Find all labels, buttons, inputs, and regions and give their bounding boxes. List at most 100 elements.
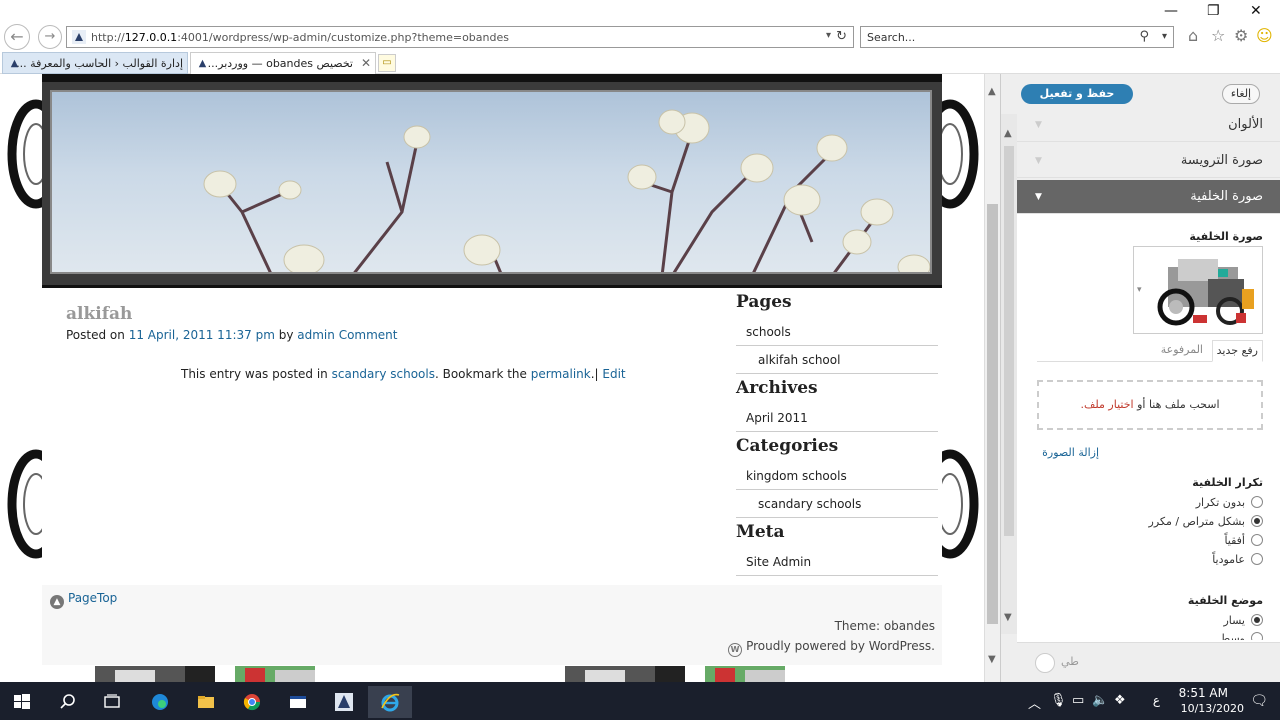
wamp-taskbar-button[interactable]	[322, 686, 366, 718]
search-icon[interactable]: ⚲	[1139, 29, 1149, 44]
scroll-up-icon[interactable]: ▲	[988, 86, 996, 97]
preview-scrollbar[interactable]: ▲ ▼	[984, 74, 1000, 682]
widget-title-pages: Pages	[736, 292, 792, 312]
sidebar-link-scandary-schools[interactable]: scandary schools	[736, 490, 938, 518]
dropbox-icon[interactable]: ❖	[1114, 693, 1126, 708]
save-publish-button[interactable]: حفظ و تفعيل	[1021, 84, 1133, 104]
radio-button-selected[interactable]	[1251, 614, 1263, 626]
minimize-button[interactable]: —	[1164, 3, 1178, 19]
panel-scrollbar[interactable]: ▲ ▼	[1001, 114, 1017, 634]
home-icon[interactable]: ⌂	[1188, 26, 1198, 45]
scrollbar-thumb[interactable]	[1004, 146, 1014, 536]
new-tab-button[interactable]: ▭	[378, 54, 396, 72]
section-header-image[interactable]: صورة الترويسة ▼	[1017, 144, 1280, 178]
volume-icon[interactable]: 🔈	[1092, 693, 1108, 708]
scroll-down-icon[interactable]: ▼	[1004, 612, 1012, 623]
sidebar-link-schools[interactable]: schools	[736, 318, 938, 346]
powered-by-link[interactable]: W Proudly powered by WordPress.	[728, 639, 935, 657]
system-tray: ︿ 🎙 ▭ 🔈 ❖ ع 8:51 AM 10/13/2020 🗨	[1020, 682, 1280, 720]
show-hidden-icons-chevron-icon[interactable]: ︿	[1028, 693, 1041, 712]
file-dropzone[interactable]: اسحب ملف هنا أو اختيار ملف.	[1037, 380, 1263, 430]
sidebar-link-april-2011[interactable]: April 2011	[736, 404, 938, 432]
search-box[interactable]: Search... ⚲ ▾	[860, 26, 1174, 48]
repeat-option-vertical[interactable]: عامودياً	[1212, 551, 1263, 569]
widget-title-categories: Categories	[736, 436, 839, 456]
maximize-button[interactable]: ❐	[1207, 3, 1220, 19]
notifications-icon[interactable]: 🗨	[1250, 693, 1268, 709]
chrome-taskbar-button[interactable]	[230, 686, 274, 718]
repeat-option-tile[interactable]: بشكل متراص / مكرر	[1149, 513, 1263, 531]
tab-customize[interactable]: تخصيص obandes — ووردبر... ✕	[190, 52, 376, 74]
sidebar-link-site-admin[interactable]: Site Admin	[736, 548, 938, 576]
radio-button-selected[interactable]	[1251, 515, 1263, 527]
windows-logo-icon	[14, 694, 30, 709]
sidebar-link-kingdom-schools[interactable]: kingdom schools	[736, 462, 938, 490]
input-language-indicator[interactable]: ع	[1153, 693, 1160, 707]
microphone-icon[interactable]: 🎙	[1050, 693, 1067, 708]
wordpress-logo-icon: W	[728, 643, 743, 657]
favorites-star-icon[interactable]: ☆	[1211, 26, 1225, 45]
forward-button[interactable]: →	[38, 25, 62, 49]
address-bar[interactable]: http://127.0.0.1:4001/wordpress/wp-admin…	[66, 26, 854, 48]
task-view-icon	[104, 694, 120, 708]
page-container: alkifah Posted on 11 April, 2011 11:37 p…	[42, 74, 942, 665]
sidebar-link-alkifah-school[interactable]: alkifah school	[736, 346, 938, 374]
position-option-left[interactable]: يسار	[1223, 612, 1263, 630]
permalink-link[interactable]: permalink	[531, 367, 591, 381]
cancel-button[interactable]: إلغاء	[1222, 84, 1260, 104]
task-view-button[interactable]	[90, 686, 134, 718]
chevron-down-icon[interactable]: ▾	[1137, 285, 1142, 295]
radio-button[interactable]	[1251, 534, 1263, 546]
choose-file-link[interactable]: اختيار ملف.	[1081, 398, 1134, 411]
bg-image-thumbnail[interactable]: ▾	[1133, 246, 1263, 334]
collapse-label: طي	[1061, 655, 1079, 668]
section-colors[interactable]: الألوان ▼	[1017, 108, 1280, 142]
settings-gear-icon[interactable]: ⚙	[1234, 26, 1248, 45]
file-explorer-taskbar-button[interactable]	[184, 686, 228, 718]
tab-close-icon[interactable]: ✕	[361, 56, 371, 70]
edit-link[interactable]: Edit	[602, 367, 625, 381]
refresh-icon[interactable]: ↻	[836, 29, 847, 44]
tab-themes-admin[interactable]: إدارة القوالب ‹ الحاسب والمعرفة ...	[2, 52, 188, 74]
radio-button[interactable]	[1251, 496, 1263, 508]
header-image	[50, 90, 932, 274]
feedback-smiley-icon[interactable]: ☺	[1256, 26, 1273, 45]
author-link[interactable]: admin	[297, 328, 335, 342]
tab-uploaded[interactable]: المرفوعة	[1157, 340, 1207, 362]
widget-title-meta: Meta	[736, 522, 785, 542]
post-title[interactable]: alkifah	[66, 304, 132, 324]
radio-button[interactable]	[1251, 632, 1263, 640]
search-taskbar-button[interactable]	[46, 686, 90, 718]
pagetop-link[interactable]: ▲ PageTop	[50, 591, 117, 609]
clock-time[interactable]: 8:51 AM	[1179, 686, 1228, 700]
comment-link[interactable]: Comment	[339, 328, 398, 342]
scrollbar-thumb[interactable]	[987, 204, 998, 624]
position-option-center[interactable]: وسط	[1220, 630, 1263, 640]
scroll-up-icon[interactable]: ▲	[1004, 128, 1012, 139]
search-dropdown-icon[interactable]: ▾	[1162, 31, 1167, 42]
background-pattern-tile	[7, 449, 46, 559]
windows-taskbar: ︿ 🎙 ▭ 🔈 ❖ ع 8:51 AM 10/13/2020 🗨	[0, 682, 1280, 720]
repeat-option-horizontal[interactable]: أفقياً	[1224, 532, 1263, 550]
radio-button[interactable]	[1251, 553, 1263, 565]
clock-date[interactable]: 10/13/2020	[1181, 702, 1244, 715]
category-link[interactable]: scandary schools	[332, 367, 435, 381]
battery-icon[interactable]: ▭	[1072, 693, 1084, 708]
app-window-taskbar-button[interactable]	[276, 686, 320, 718]
back-button[interactable]: ←	[4, 24, 30, 50]
edge-taskbar-button[interactable]	[138, 686, 182, 718]
start-button[interactable]	[0, 686, 44, 718]
collapse-button[interactable]	[1035, 653, 1055, 673]
post-date-link[interactable]: 11 April, 2011 11:37 pm	[129, 328, 275, 342]
scroll-down-icon[interactable]: ▼	[988, 654, 996, 665]
background-pattern-tile	[940, 449, 979, 559]
repeat-option-no-repeat[interactable]: بدون تكرار	[1196, 494, 1263, 512]
remove-image-link[interactable]: إزالة الصورة	[1042, 446, 1099, 459]
section-background-image[interactable]: صورة الخلفية ▼	[1017, 180, 1280, 214]
tab-upload-new[interactable]: رفع جديد	[1211, 340, 1263, 362]
close-window-button[interactable]: ✕	[1250, 3, 1262, 19]
address-dropdown-icon[interactable]: ▾	[826, 30, 831, 41]
site-footer: ▲ PageTop Theme: obandes W Proudly powered…	[42, 585, 942, 665]
ie-taskbar-button[interactable]	[368, 686, 412, 718]
tab-label: إدارة القوالب ‹ الحاسب والمعرفة ...	[16, 57, 183, 70]
